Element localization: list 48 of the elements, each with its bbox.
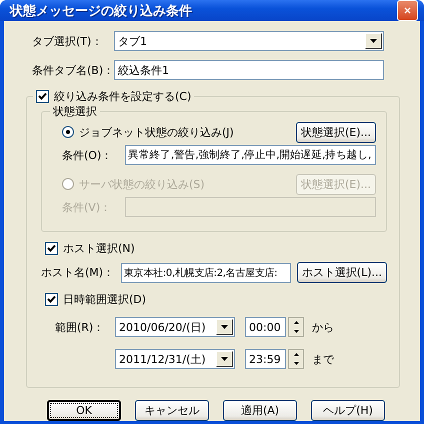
date-picker[interactable]: 2011/12/31/(土): [115, 349, 235, 369]
field-label: 条件(O)：: [62, 148, 114, 162]
field-label: 条件(V)：: [62, 200, 112, 214]
input-field[interactable]: 東京本社:0,札幌支店:2,名古屋支店:: [121, 262, 291, 282]
dropdown-button[interactable]: [365, 33, 382, 49]
input-field[interactable]: [125, 197, 376, 217]
group-title: 状態選択: [52, 104, 98, 119]
host-select-button[interactable]: ホスト選択(L)...: [296, 262, 387, 283]
field-label: タブ選択(T)：: [32, 34, 104, 48]
caret-icon: [221, 357, 228, 361]
checkbox-label: 絞り込み条件を設定する(C): [54, 89, 192, 104]
caret-icon: [370, 39, 377, 43]
field-label: ホスト名(M)：: [41, 265, 116, 280]
time-field[interactable]: 23:59: [245, 349, 286, 369]
spin-button[interactable]: [288, 317, 304, 337]
up-arrow-icon: [294, 321, 298, 324]
field-label: 条件タブ名(B)：: [32, 62, 114, 78]
close-icon: [404, 5, 411, 16]
status-select-button[interactable]: 状態選択(E)...: [296, 122, 376, 142]
dropdown-button[interactable]: [216, 351, 233, 367]
radio-button[interactable]: [62, 126, 74, 138]
range-suffix: まで: [312, 352, 334, 366]
input-field[interactable]: 絞込条件1: [114, 60, 384, 80]
checkbox[interactable]: [45, 242, 58, 254]
window-title: 状態メッセージの絞り込み条件: [10, 2, 192, 20]
radio-label: サーバ状態の絞り込み(S): [79, 176, 205, 192]
checkbox-label: ホスト選択(N): [63, 240, 135, 256]
time-field[interactable]: 00:00: [245, 317, 286, 337]
field-label: 範囲(R)：: [54, 320, 106, 334]
down-arrow-icon: [294, 362, 298, 365]
checkbox-label: 日時範囲選択(D): [63, 292, 146, 306]
spin-button[interactable]: [288, 349, 304, 369]
dialog-button[interactable]: OK: [47, 400, 121, 421]
dropdown-button[interactable]: [216, 319, 233, 335]
range-suffix: から: [312, 320, 334, 334]
dialog-button[interactable]: キャンセル: [135, 400, 209, 421]
date-picker[interactable]: 2010/06/20/(日): [115, 317, 235, 337]
checkbox[interactable]: [36, 90, 49, 103]
input-field[interactable]: 異常終了,警告,強制終了,停止中,開始遅延,持ち越し,: [125, 145, 376, 165]
tab-dropdown[interactable]: タブ1: [114, 31, 384, 51]
dialog-button[interactable]: 適用(A): [223, 400, 297, 421]
down-arrow-icon: [294, 330, 298, 333]
radio-label: ジョブネット状態の絞り込み(J): [79, 124, 234, 140]
checkbox[interactable]: [45, 292, 58, 306]
up-arrow-icon: [294, 353, 298, 356]
dialog-button[interactable]: ヘルプ(H): [311, 400, 385, 421]
close-button[interactable]: [397, 0, 418, 21]
caret-icon: [221, 325, 228, 329]
